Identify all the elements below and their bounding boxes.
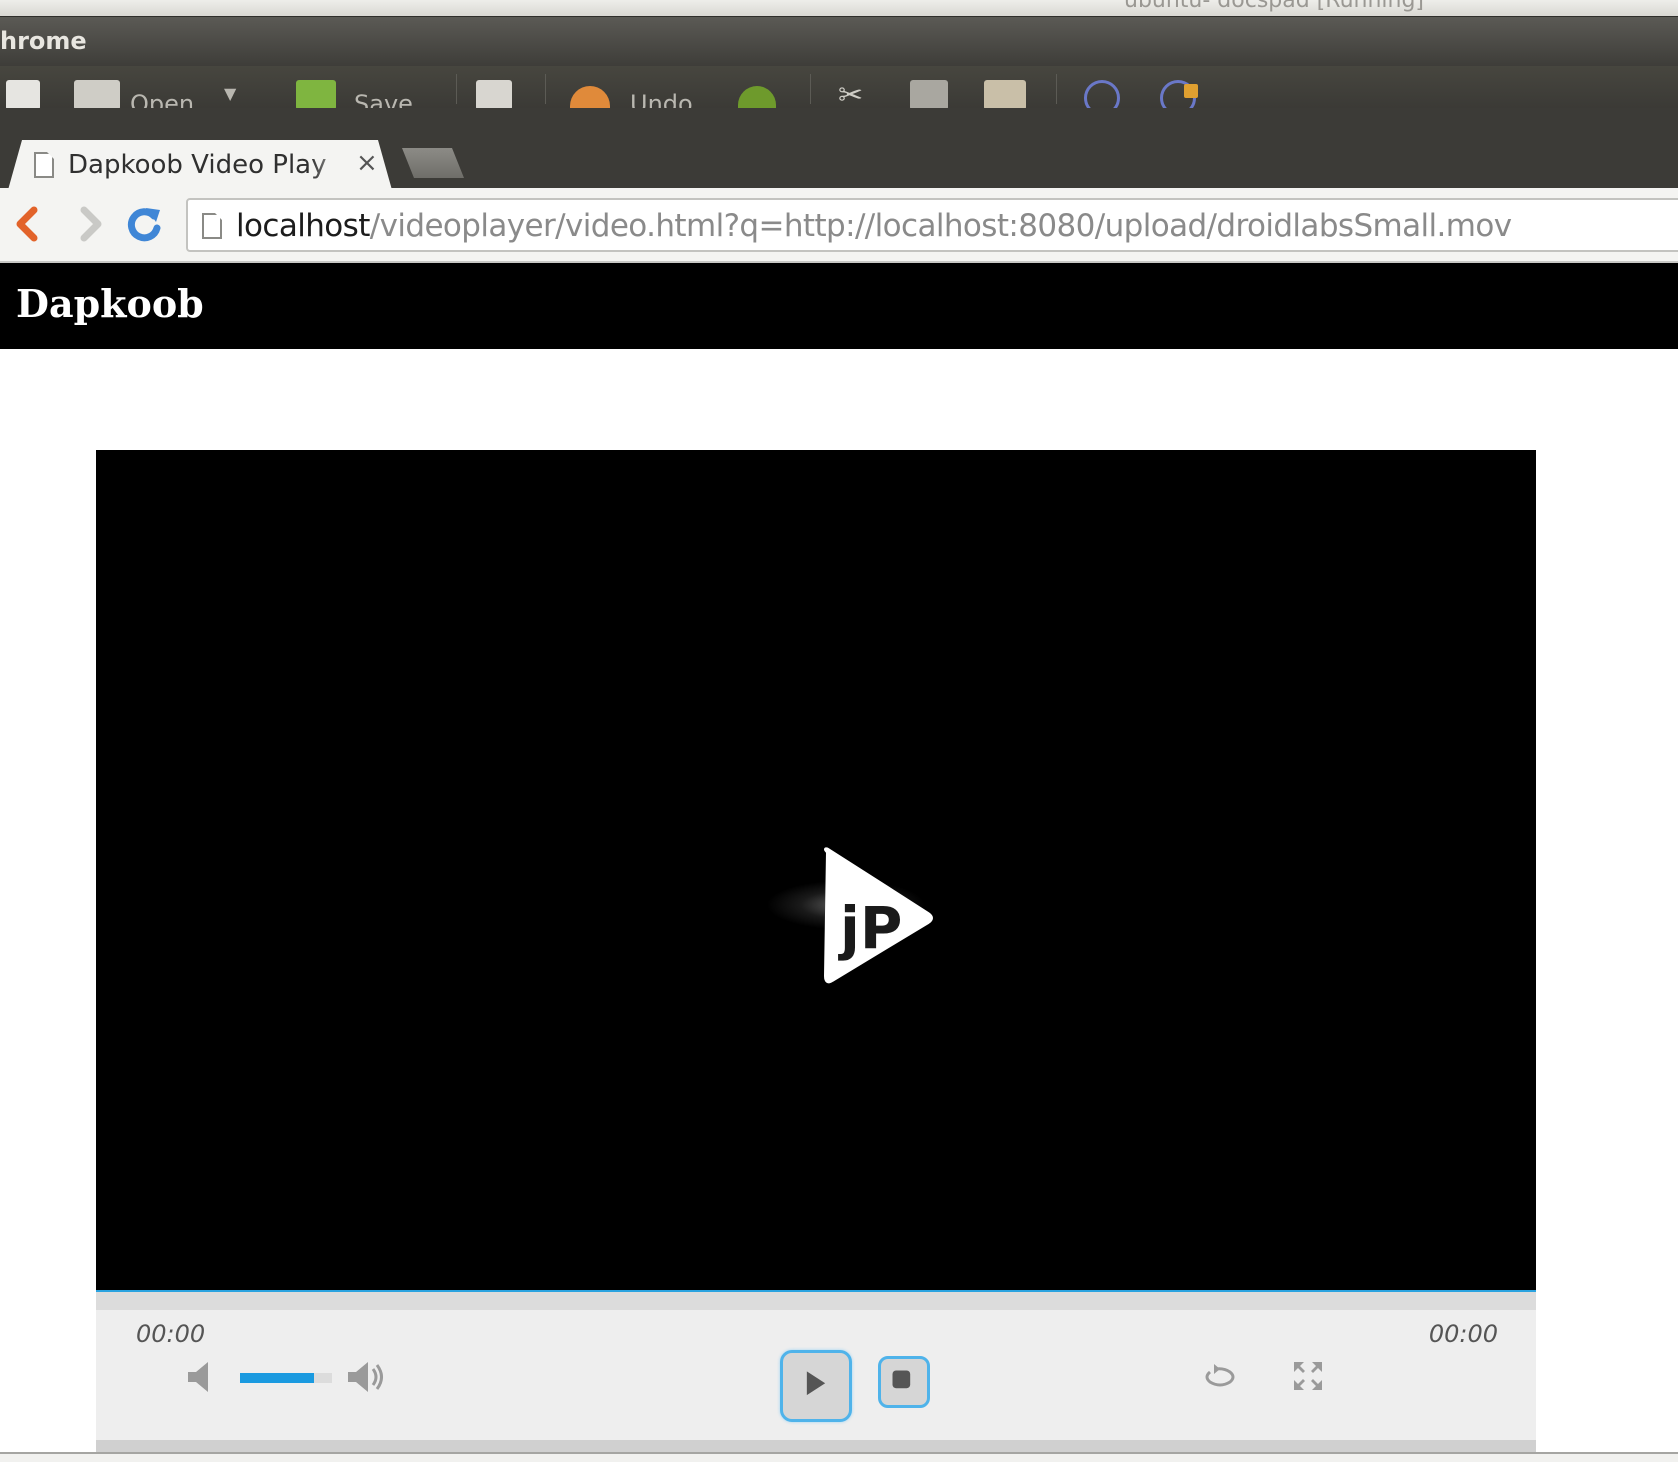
undo-button-label: Undo xyxy=(630,90,693,108)
download-icon xyxy=(476,80,512,108)
site-title: Dapkoob xyxy=(16,281,204,326)
vm-window-title: ubuntu- docspad [Running] xyxy=(1124,0,1424,13)
tab-title: Dapkoob Video Play xyxy=(68,150,327,180)
stop-icon xyxy=(892,1370,911,1389)
save-button[interactable]: Save xyxy=(296,80,426,108)
tab-strip: Dapkoob Video Play × xyxy=(0,108,1678,190)
search-icon xyxy=(1084,80,1120,108)
volume-level-fill xyxy=(240,1373,314,1383)
forward-button[interactable] xyxy=(70,202,110,246)
paste-icon xyxy=(984,80,1026,108)
page-icon xyxy=(34,152,54,178)
host-window-strip: ubuntu- docspad [Running] xyxy=(0,0,1678,16)
vm-titlebar: hrome xyxy=(0,16,1678,66)
undo-arrow-icon xyxy=(570,86,610,108)
seek-bar[interactable] xyxy=(96,1290,1536,1310)
current-time: 00:00 xyxy=(136,1320,206,1348)
volume-max-icon[interactable] xyxy=(346,1360,386,1394)
page-icon xyxy=(202,213,222,239)
toolbar-separator xyxy=(456,74,457,104)
toolbar-separator xyxy=(810,74,811,104)
duration-time: 00:00 xyxy=(1428,1320,1498,1348)
open-dropdown-icon[interactable]: ▼ xyxy=(224,84,236,103)
undo-button[interactable]: Undo xyxy=(570,80,710,108)
chevron-right-icon xyxy=(80,206,102,242)
fullscreen-icon[interactable] xyxy=(1292,1360,1324,1392)
chevron-left-icon xyxy=(16,206,38,242)
url-path: /videoplayer/video.html?q=http://localho… xyxy=(369,208,1512,244)
status-bar-edge xyxy=(0,1452,1678,1462)
reload-button[interactable] xyxy=(124,202,164,246)
mute-icon[interactable] xyxy=(186,1360,216,1394)
jplayer-play-logo-icon: jP xyxy=(824,847,933,984)
scissors-icon: ✂ xyxy=(838,78,864,108)
site-header: Dapkoob xyxy=(0,263,1678,349)
copy-icon xyxy=(910,80,948,108)
big-play-button[interactable]: jP xyxy=(756,830,936,990)
toolbar-separator xyxy=(1056,74,1057,104)
pencil-icon xyxy=(1184,84,1198,98)
browser-frame: Dapkoob Video Play × localhost/videoplay… xyxy=(0,108,1678,263)
back-button[interactable] xyxy=(8,202,48,246)
open-button[interactable]: Open ▼ xyxy=(74,80,244,108)
url-text[interactable]: localhost/videoplayer/video.html?q=http:… xyxy=(236,208,1512,244)
document-toolbar: Open ▼ Save Undo ✂ xyxy=(0,66,1678,108)
save-icon xyxy=(296,80,336,108)
navigation-bar: localhost/videoplayer/video.html?q=http:… xyxy=(0,188,1678,263)
open-button-label: Open xyxy=(130,90,195,108)
address-bar[interactable]: localhost/videoplayer/video.html?q=http:… xyxy=(186,198,1678,252)
play-button[interactable] xyxy=(780,1350,852,1422)
tab-dapkoob-video-player[interactable]: Dapkoob Video Play × xyxy=(8,140,392,190)
toolbar-separator xyxy=(545,74,546,104)
save-button-label: Save xyxy=(354,90,413,108)
video-surface[interactable]: jP xyxy=(96,450,1536,1290)
play-icon xyxy=(806,1371,826,1396)
url-host: localhost xyxy=(236,208,370,244)
reload-icon xyxy=(127,208,161,242)
open-folder-icon xyxy=(74,80,120,108)
app-window-title: hrome xyxy=(0,27,87,55)
video-player: jP 00:00 00:00 xyxy=(96,450,1536,1462)
new-tab-button[interactable] xyxy=(402,148,464,178)
player-controls: 00:00 00:00 xyxy=(96,1310,1536,1440)
redo-arrow-icon xyxy=(738,86,776,108)
new-document-icon xyxy=(6,80,40,108)
repeat-icon[interactable] xyxy=(1200,1360,1240,1394)
volume-slider[interactable] xyxy=(240,1373,332,1383)
stop-button[interactable] xyxy=(878,1356,930,1408)
jplayer-logo-text: jP xyxy=(838,894,902,962)
tab-close-icon[interactable]: × xyxy=(356,148,378,178)
